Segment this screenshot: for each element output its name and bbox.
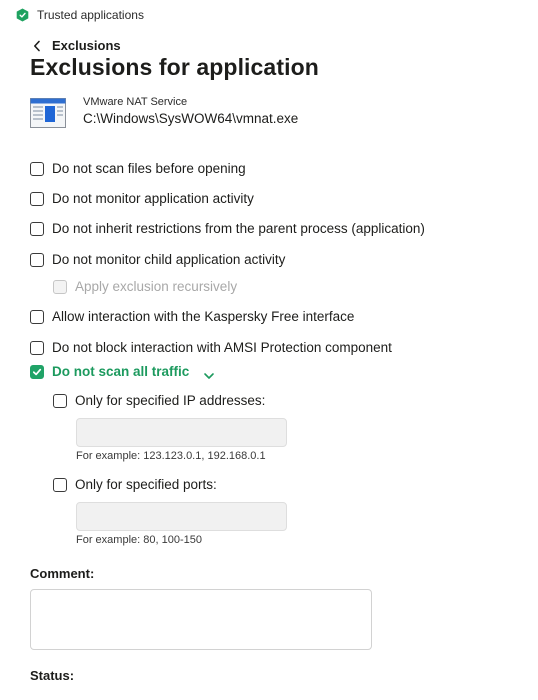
ip-addresses-input[interactable] [76,418,287,447]
option-label: Do not scan all traffic [52,364,190,379]
checkbox-specified-ip[interactable] [53,393,67,408]
option-do-not-monitor-child[interactable]: Do not monitor child application activit… [30,252,285,267]
option-specified-ports[interactable]: Only for specified ports: [53,477,217,492]
comment-field[interactable] [30,589,372,650]
window-title: Trusted applications [37,8,144,22]
checkbox-apply-recursively [53,279,67,294]
option-label: Allow interaction with the Kaspersky Fre… [52,309,355,324]
checkbox-do-not-monitor-activity[interactable] [30,191,44,206]
status-label: Status: [30,668,75,683]
checkbox-do-not-inherit-restrictions[interactable] [30,221,44,236]
kaspersky-shield-icon [16,8,29,22]
option-specified-ip[interactable]: Only for specified IP addresses: [53,393,265,408]
title-bar: Trusted applications [16,6,144,24]
option-label: Only for specified ports: [75,477,217,492]
option-amsi-interaction[interactable]: Do not block interaction with AMSI Prote… [30,340,392,355]
exclusions-page: Trusted applications Exclusions Exclusio… [0,0,538,700]
ports-example-hint: For example: 80, 100-150 [76,534,202,546]
back-to-exclusions-link[interactable]: Exclusions [52,38,121,53]
checkbox-do-not-scan-traffic[interactable] [30,364,44,379]
ip-example-hint: For example: 123.123.0.1, 192.168.0.1 [76,450,266,462]
option-do-not-scan-files[interactable]: Do not scan files before opening [30,161,246,176]
checkbox-amsi-interaction[interactable] [30,340,44,355]
page-title: Exclusions for application [30,54,319,80]
checkbox-allow-interaction[interactable] [30,309,44,324]
option-do-not-monitor-activity[interactable]: Do not monitor application activity [30,191,254,206]
option-label: Only for specified IP addresses: [75,393,266,408]
ports-input[interactable] [76,502,287,531]
breadcrumb: Exclusions [32,38,121,53]
option-label: Do not block interaction with AMSI Prote… [52,340,392,355]
chevron-left-icon[interactable] [32,40,42,52]
option-label: Do not inherit restrictions from the par… [52,221,425,236]
application-path: C:\Windows\SysWOW64\vmnat.exe [83,111,299,126]
checkbox-do-not-monitor-child[interactable] [30,252,44,267]
executable-window-icon [30,98,66,128]
chevron-down-icon[interactable] [203,368,215,379]
option-allow-interaction[interactable]: Allow interaction with the Kaspersky Fre… [30,309,354,324]
comment-label: Comment: [30,566,95,581]
checkbox-specified-ports[interactable] [53,477,67,492]
checkbox-do-not-scan-files[interactable] [30,161,44,176]
option-label: Do not monitor child application activit… [52,252,286,267]
application-name: VMware NAT Service [83,96,188,108]
option-label: Do not scan files before opening [52,161,246,176]
option-label: Do not monitor application activity [52,191,254,206]
option-do-not-inherit-restrictions[interactable]: Do not inherit restrictions from the par… [30,221,425,236]
option-do-not-scan-traffic[interactable]: Do not scan all traffic [30,364,215,379]
option-apply-recursively: Apply exclusion recursively [53,279,237,294]
option-label: Apply exclusion recursively [75,279,238,294]
